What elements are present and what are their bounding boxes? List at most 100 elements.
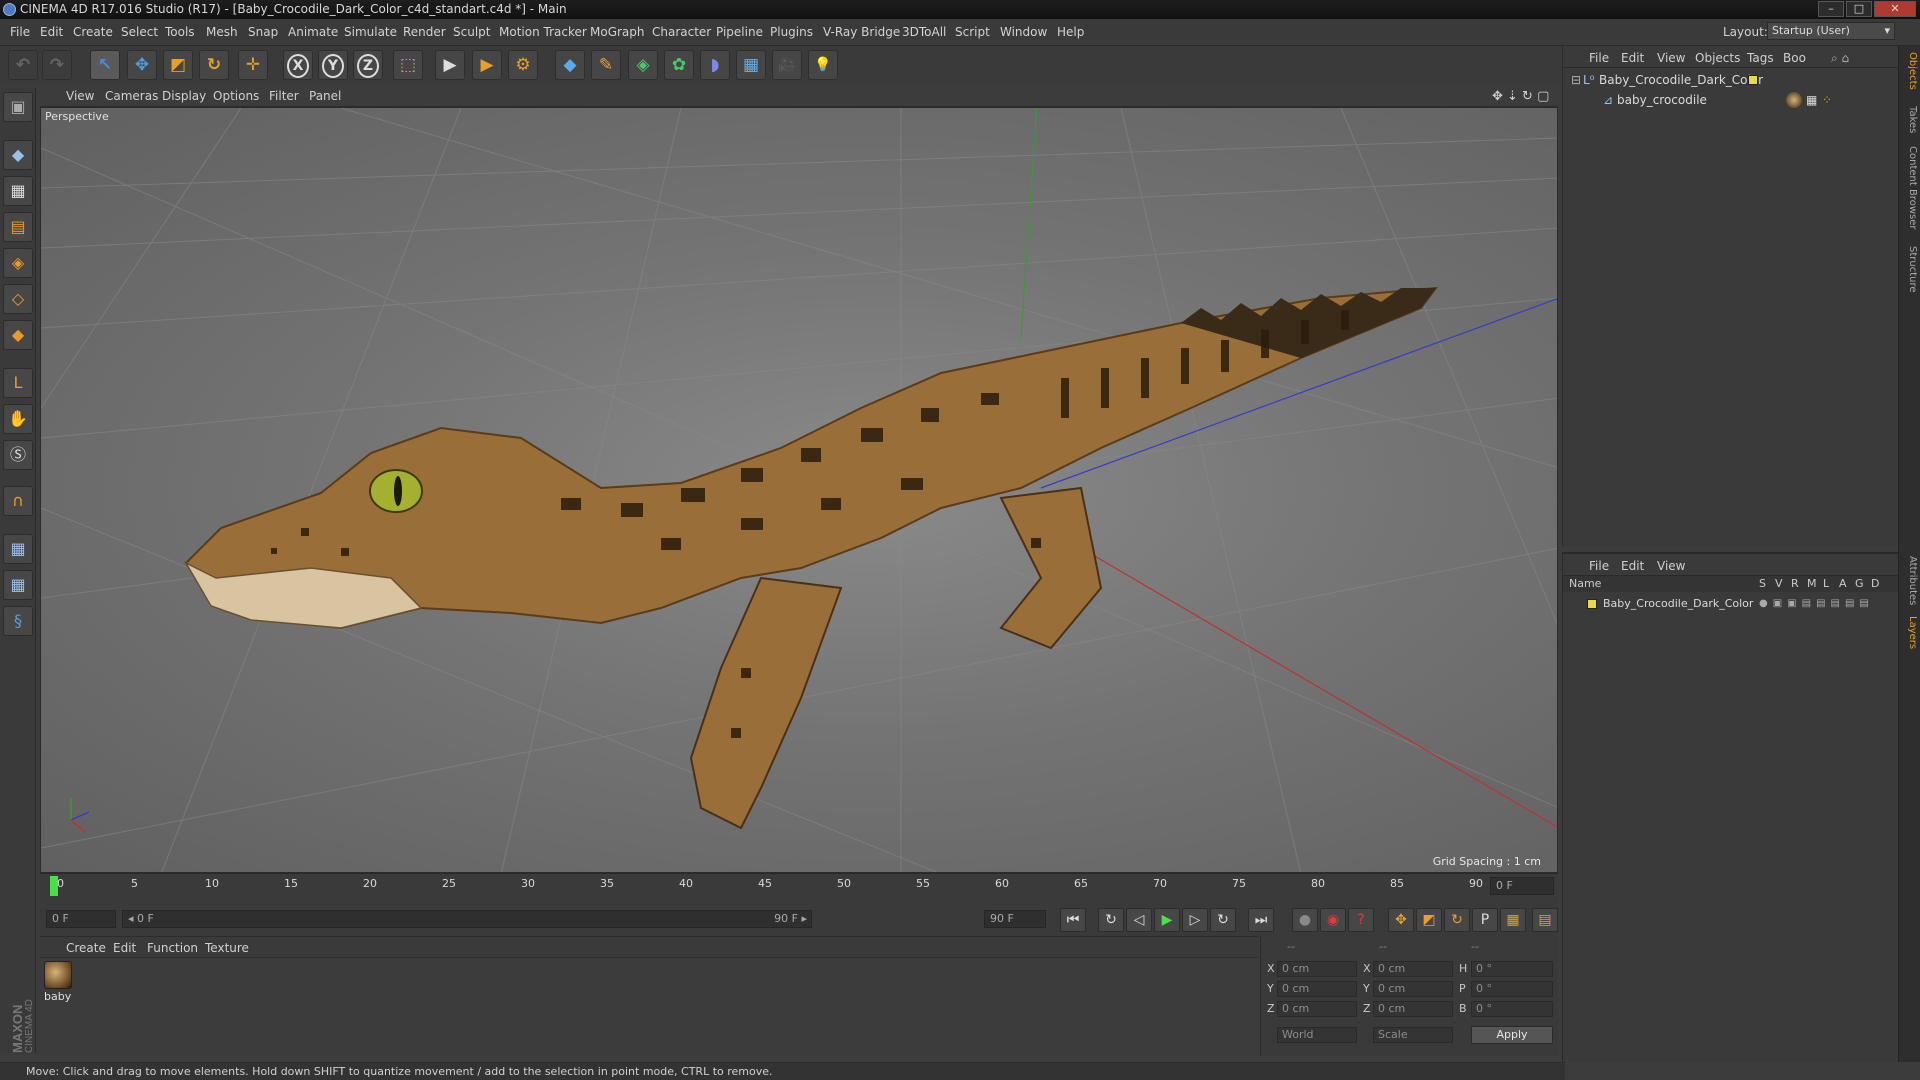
key-move-button[interactable]: ✥ <box>1388 908 1414 932</box>
camera-button[interactable]: 🎥 <box>772 50 802 80</box>
menu-file[interactable]: File <box>10 25 30 39</box>
tab-takes[interactable]: Takes <box>1902 106 1918 133</box>
deformer-button[interactable]: ◗ <box>700 50 730 80</box>
viewport-nav-icons[interactable]: ✥ ⇣ ↻ ▢ <box>1492 89 1549 104</box>
key-pla-button[interactable]: ▦ <box>1500 908 1526 932</box>
frame-range-slider[interactable]: ◂ 0 F 90 F ▸ <box>122 910 812 928</box>
model-mode-button[interactable]: ◆ <box>3 140 33 170</box>
lock-workplane-button[interactable]: ▦ <box>3 534 33 564</box>
workplane-mode-button[interactable]: ▤ <box>3 212 33 242</box>
object-name[interactable]: Baby_Crocodile_Dark_Color <box>1599 70 1763 90</box>
obj-search-icon[interactable]: ⌕ ⌂ <box>1831 51 1849 66</box>
axis-mode-button[interactable]: L <box>3 368 33 398</box>
menu-mograph[interactable]: MoGraph <box>590 25 645 39</box>
scale-select[interactable]: Scale <box>1373 1027 1453 1043</box>
edges-mode-button[interactable]: ◇ <box>3 284 33 314</box>
add-tool-button[interactable]: ✛ <box>238 50 268 80</box>
render-settings-button[interactable]: ⚙ <box>508 50 538 80</box>
menu-animate[interactable]: Animate <box>288 25 338 39</box>
key-scale-button[interactable]: ◩ <box>1416 908 1442 932</box>
menu-create[interactable]: Create <box>73 25 113 39</box>
menu-vray-bridge[interactable]: V-Ray Bridge <box>823 25 900 39</box>
baby-crocodile-model[interactable] <box>184 286 1439 830</box>
material-menu-texture[interactable]: Texture <box>205 941 249 955</box>
rotation-p-field[interactable]: 0 ° <box>1471 981 1553 997</box>
apply-button[interactable]: Apply <box>1471 1026 1553 1044</box>
tweak-mode-button[interactable]: ✋ <box>3 404 33 434</box>
play-button[interactable]: ▶ <box>1154 908 1180 932</box>
menu-3dtoall[interactable]: 3DToAll <box>902 25 946 39</box>
x-axis-button[interactable]: X <box>283 50 313 80</box>
viewport-menu-view[interactable]: View <box>66 89 94 103</box>
object-row[interactable]: ⊟ L⁰ Baby_Crocodile_Dark_Color <box>1563 70 1899 90</box>
layout-select[interactable]: Startup (User) ▾ <box>1767 22 1895 40</box>
obj-menu-view[interactable]: View <box>1657 51 1685 65</box>
obj-menu-objects[interactable]: Objects <box>1695 51 1740 65</box>
go-to-end-button[interactable]: ⏭ <box>1248 908 1274 932</box>
layer-name[interactable]: Baby_Crocodile_Dark_Color <box>1603 594 1753 614</box>
start-frame-field[interactable]: 0 F <box>46 910 116 928</box>
prev-key-button[interactable]: ↻ <box>1098 908 1124 932</box>
viewport-menu-filter[interactable]: Filter <box>269 89 299 103</box>
close-button[interactable]: ✕ <box>1874 1 1916 17</box>
maximize-button[interactable]: □ <box>1846 1 1872 17</box>
redo-button[interactable]: ↷ <box>42 50 72 80</box>
material-menu-create[interactable]: Create <box>66 941 106 955</box>
obj-menu-file[interactable]: File <box>1589 51 1609 65</box>
position-y-field[interactable]: 0 cm <box>1277 981 1357 997</box>
menu-script[interactable]: Script <box>955 25 990 39</box>
timeline-button[interactable]: ▤ <box>1532 908 1558 932</box>
key-rotate-button[interactable]: ↻ <box>1444 908 1470 932</box>
obj-menu-tags[interactable]: Tags <box>1747 51 1774 65</box>
menu-snap[interactable]: Snap <box>248 25 278 39</box>
tab-content-browser[interactable]: Content Browser <box>1902 146 1918 229</box>
z-axis-button[interactable]: Z <box>353 50 383 80</box>
object-name[interactable]: baby_crocodile <box>1617 90 1707 110</box>
current-frame-field[interactable]: 0 F <box>1490 877 1554 895</box>
obj-menu-bookmarks[interactable]: Boo <box>1783 51 1806 65</box>
tab-objects[interactable]: Objects <box>1902 52 1918 90</box>
autokey-button[interactable]: ◉ <box>1320 908 1346 932</box>
light-button[interactable]: 💡 <box>808 50 838 80</box>
material-swatch[interactable] <box>44 961 72 989</box>
menu-edit[interactable]: Edit <box>40 25 63 39</box>
menu-motion-tracker[interactable]: Motion Tracker <box>499 25 587 39</box>
position-x-field[interactable]: 0 cm <box>1277 961 1357 977</box>
timeline-ruler[interactable]: 0 5 10 15 20 25 30 35 40 45 50 55 60 65 … <box>40 873 1558 898</box>
layer-menu-edit[interactable]: Edit <box>1621 559 1644 573</box>
tab-attributes[interactable]: Attributes <box>1902 556 1918 605</box>
render-view-button[interactable]: ▶ <box>435 50 465 80</box>
phong-tag-icon[interactable]: ⁘ <box>1822 90 1832 110</box>
menu-render[interactable]: Render <box>403 25 446 39</box>
tab-structure[interactable]: Structure <box>1902 246 1918 293</box>
layer-menu-view[interactable]: View <box>1657 559 1685 573</box>
python-button[interactable]: § <box>3 606 33 636</box>
obj-menu-edit[interactable]: Edit <box>1621 51 1644 65</box>
size-z-field[interactable]: 0 cm <box>1373 1001 1453 1017</box>
next-frame-button[interactable]: ▷ <box>1182 908 1208 932</box>
rotation-h-field[interactable]: 0 ° <box>1471 961 1553 977</box>
record-button[interactable]: ● <box>1292 908 1318 932</box>
loop-button[interactable]: ↻ <box>1210 908 1236 932</box>
menu-help[interactable]: Help <box>1057 25 1084 39</box>
layer-color-tag[interactable] <box>1748 75 1758 85</box>
polygons-mode-button[interactable]: ◆ <box>3 320 33 350</box>
pen-spline-button[interactable]: ✎ <box>591 50 621 80</box>
floor-button[interactable]: ▦ <box>736 50 766 80</box>
menu-select[interactable]: Select <box>121 25 158 39</box>
menu-window[interactable]: Window <box>1000 25 1047 39</box>
collapse-icon[interactable]: ⊟ <box>1571 70 1581 90</box>
viewport-menu-cameras[interactable]: Cameras <box>105 89 158 103</box>
menu-pipeline[interactable]: Pipeline <box>716 25 763 39</box>
subdivision-button[interactable]: ◈ <box>628 50 658 80</box>
layer-color-swatch[interactable] <box>1587 599 1597 609</box>
end-frame-field[interactable]: 90 F <box>984 910 1046 928</box>
world-select[interactable]: World <box>1277 1027 1357 1043</box>
texture-tag-icon[interactable]: ▦ <box>1806 90 1817 110</box>
rotation-b-field[interactable]: 0 ° <box>1471 1001 1553 1017</box>
menu-character[interactable]: Character <box>652 25 711 39</box>
snap-button[interactable]: Ⓢ <box>3 440 33 470</box>
cloner-button[interactable]: ✿ <box>664 50 694 80</box>
workplane-align-button[interactable]: ▦ <box>3 570 33 600</box>
perspective-viewport[interactable]: Perspective Grid Spacing : 1 cm <box>40 107 1558 873</box>
